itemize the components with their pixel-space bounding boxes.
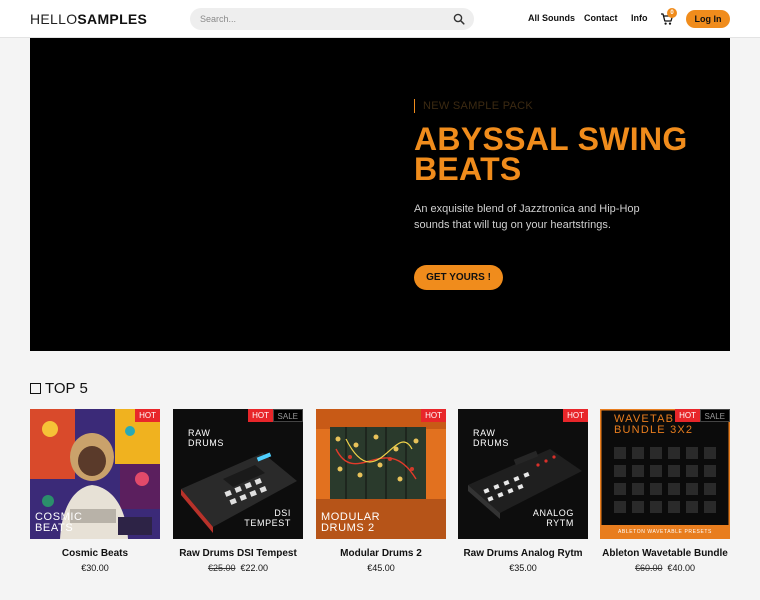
current-price: €45.00 — [367, 563, 395, 573]
product-card-raw-drums-dsi-tempest[interactable]: RAW DRUMS DSI TEMPEST HOT SALE Raw Drums D… — [173, 409, 303, 574]
product-name[interactable]: Cosmic Beats — [30, 548, 160, 560]
product-card-cosmic-beats[interactable]: COSMIC BEATS HOT Cosmic Beats €30.00 — [30, 409, 160, 574]
product-cover[interactable]: WAVETABLE BUNDLE 3X2 ABLETON WAVETABLE PR… — [600, 409, 730, 539]
hot-badge: HOT — [248, 409, 273, 422]
logo-text-hello: HELLO — [30, 11, 78, 27]
cover-title-bottom: DSI TEMPEST — [244, 508, 291, 528]
product-card-raw-drums-analog-rytm[interactable]: RAW DRUMS ANALOG RYTM HOT Raw Drums Analog… — [458, 409, 588, 574]
current-price: €35.00 — [509, 563, 537, 573]
logo-text-samples: SAMPLES — [77, 11, 148, 27]
hot-badge: HOT — [421, 409, 446, 422]
login-button[interactable]: Log In — [686, 10, 730, 28]
hot-badge: HOT — [135, 409, 160, 422]
site-header: HELLOSAMPLES All Sounds Contact Info 0 L… — [0, 0, 760, 38]
top5-heading: TOP 5 — [30, 380, 88, 398]
product-price: €35.00 — [458, 562, 588, 574]
current-price: €22.00 — [240, 563, 269, 573]
cover-title: MODULAR DRUMS 2 — [321, 511, 381, 534]
top5-heading-text: TOP 5 — [45, 380, 88, 397]
nav-contact[interactable]: Contact — [584, 13, 618, 23]
search-icon[interactable] — [453, 13, 465, 25]
cover-caption: ABLETON WAVETABLE PRESETS — [617, 529, 712, 535]
site-logo[interactable]: HELLOSAMPLES — [30, 11, 147, 27]
hero-eyebrow: NEW SAMPLE PACK — [414, 99, 533, 113]
get-yours-button[interactable]: GET YOURS ! — [414, 265, 503, 290]
hero-banner[interactable]: NEW SAMPLE PACK ABYSSAL SWING BEATS An e… — [30, 38, 730, 351]
product-card-modular-drums-2[interactable]: MODULAR DRUMS 2 HOT Modular Drums 2 €45.0… — [316, 409, 446, 574]
product-name[interactable]: Raw Drums Analog Rytm — [458, 548, 588, 560]
nav-all-sounds[interactable]: All Sounds — [528, 13, 575, 23]
hot-badge: HOT — [675, 409, 700, 422]
square-icon — [30, 383, 41, 394]
cover-title-top: RAW DRUMS — [188, 428, 224, 448]
cart-count-badge: 0 — [667, 8, 677, 18]
current-price: €30.00 — [81, 563, 109, 573]
product-price: €25.00 €22.00 — [173, 562, 303, 574]
product-price: €60.00 €40.00 — [600, 562, 730, 574]
product-name[interactable]: Raw Drums DSI Tempest — [173, 548, 303, 560]
product-cover[interactable]: RAW DRUMS DSI TEMPEST HOT SALE — [173, 409, 303, 539]
search-input[interactable] — [190, 8, 474, 30]
product-card-ableton-wavetable-bundle[interactable]: WAVETABLE BUNDLE 3X2 ABLETON WAVETABLE PR… — [600, 409, 730, 574]
hero-description: An exquisite blend of Jazztronica and Hi… — [414, 203, 640, 231]
sale-badge: SALE — [272, 409, 303, 422]
sale-badge: SALE — [699, 409, 730, 422]
hot-badge: HOT — [563, 409, 588, 422]
product-name[interactable]: Ableton Wavetable Bundle — [600, 548, 730, 560]
cover-title-bottom: ANALOG RYTM — [532, 508, 574, 528]
product-price: €30.00 — [30, 562, 160, 574]
nav-info[interactable]: Info — [631, 13, 648, 23]
product-cover[interactable]: COSMIC BEATS HOT — [30, 409, 160, 539]
old-price: €25.00 — [207, 563, 236, 573]
hero-title: ABYSSAL SWING BEATS — [414, 121, 688, 187]
product-price: €45.00 — [316, 562, 446, 574]
cover-title: COSMIC BEATS — [35, 511, 83, 534]
product-name[interactable]: Modular Drums 2 — [316, 548, 446, 560]
product-cover[interactable]: MODULAR DRUMS 2 HOT — [316, 409, 446, 539]
old-price: €60.00 — [634, 563, 663, 573]
current-price: €40.00 — [667, 563, 696, 573]
cover-title-top: RAW DRUMS — [473, 428, 509, 448]
product-cover[interactable]: RAW DRUMS ANALOG RYTM HOT — [458, 409, 588, 539]
